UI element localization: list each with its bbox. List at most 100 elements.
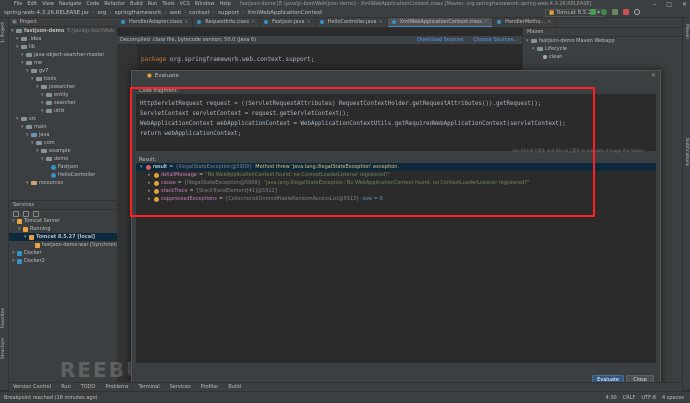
breadcrumb-item[interactable]: support — [218, 10, 239, 16]
file-encoding[interactable]: UTF-8 — [641, 395, 656, 401]
search-icon[interactable] — [634, 9, 640, 15]
editor-tab[interactable]: RequestInfo.class × — [193, 18, 261, 27]
minimize-icon[interactable]: – — [653, 1, 656, 8]
breadcrumb-item[interactable]: spring-web-4.3.26.RELEASE.jar — [4, 10, 89, 16]
structure-tool-tab[interactable]: Structure — [1, 338, 6, 359]
services-tree-item[interactable]: ▾ Docker2 — [9, 257, 134, 265]
breadcrumb-item[interactable]: springframework — [115, 10, 162, 16]
notifications-tool-tab[interactable]: Notifications — [684, 138, 689, 166]
editor-tab[interactable]: HandlerMetho... × — [493, 18, 557, 27]
menu-item-build[interactable]: Build — [130, 1, 143, 7]
project-tree-item[interactable]: ▾ utils — [9, 107, 117, 115]
close-dialog-icon[interactable]: ✕ — [651, 72, 656, 79]
project-tree-item[interactable]: ▾ .idea — [9, 35, 117, 43]
menu-item-refactor[interactable]: Refactor — [104, 1, 125, 7]
favorites-tool-tab[interactable]: Favorites — [1, 308, 6, 328]
indent-setting[interactable]: 4 spaces — [662, 395, 684, 401]
services-tree-item[interactable]: ▾ Tomcat 8.5.27 [local] — [9, 233, 134, 241]
result-tree-row[interactable]: ▸ cause = {IllegalStateException@5909} "java… — [136, 179, 656, 187]
result-tree-row[interactable]: ▸ detailMessage = "No WebApplicationContext… — [136, 171, 656, 179]
code-fragment-line[interactable]: ServletContext servletContext = request.… — [140, 109, 652, 119]
bottom-tab-services[interactable]: Services — [170, 384, 191, 390]
breadcrumb-item[interactable]: context — [189, 10, 210, 16]
code-fragment-line[interactable]: WebApplicationContext webApplicationCont… — [140, 119, 652, 129]
menu-item-tools[interactable]: Tools — [162, 1, 174, 7]
project-tree-item[interactable]: ▾ example — [9, 147, 117, 155]
project-tree-item[interactable]: ▾ src — [9, 115, 117, 123]
close-window-icon[interactable]: ✕ — [682, 1, 687, 8]
bottom-tab-todo[interactable]: TODO — [81, 384, 96, 390]
project-tree-item[interactable]: ▾ java — [9, 131, 117, 139]
editor-tab[interactable]: XmlWebApplicationContext.class × — [387, 18, 494, 27]
editor-tab[interactable]: Fastjson.java × — [260, 18, 316, 27]
menu-item-navigate[interactable]: Navigate — [59, 1, 81, 7]
menu-item-edit[interactable]: Edit — [27, 1, 37, 7]
editor-tab[interactable]: HelloController.java × — [316, 18, 388, 27]
services-tree-item[interactable]: ▾ Tomcat Server — [9, 217, 134, 225]
close-tab-icon[interactable]: × — [184, 19, 188, 25]
close-tab-icon[interactable]: × — [251, 19, 255, 25]
menu-item-code[interactable]: Code — [86, 1, 99, 7]
project-tree-item[interactable]: ▾ gv7 — [9, 67, 117, 75]
project-tree-item[interactable]: ▾ main — [9, 123, 117, 131]
bottom-tab-version-control[interactable]: Version Control — [13, 384, 51, 390]
menu-item-view[interactable]: View — [42, 1, 54, 7]
close-tab-icon[interactable]: × — [547, 19, 551, 25]
editor-code-line[interactable]: package org.springframework.web.context.… — [141, 56, 314, 63]
breadcrumb-item[interactable]: org — [97, 10, 106, 16]
coverage-icon[interactable] — [612, 9, 618, 15]
close-tab-icon[interactable]: × — [307, 19, 311, 25]
menu-item-window[interactable]: Window — [195, 1, 215, 7]
menu-item-help[interactable]: Help — [219, 1, 230, 7]
services-tree-item[interactable]: ▾ Docker — [9, 249, 134, 257]
debug-icon[interactable] — [601, 9, 607, 15]
menu-item-run[interactable]: Run — [148, 1, 158, 7]
project-panel-title[interactable]: Project — [20, 19, 37, 25]
project-tree-item[interactable]: ▾ me — [9, 59, 117, 67]
bottom-tab-problems[interactable]: Problems — [105, 384, 128, 390]
stop-icon[interactable] — [623, 9, 629, 15]
project-tool-tab[interactable]: 1: Project — [1, 22, 6, 43]
result-tree-row[interactable]: ▸ suppressedExceptions = {Collections$Unmod… — [136, 195, 656, 203]
maven-tree-item[interactable]: ▾ fastjson-demo Maven Webapp — [523, 37, 682, 45]
editor-tab[interactable]: HandlerAdapter.class × — [117, 18, 194, 27]
group-icon[interactable] — [33, 210, 39, 217]
project-tree-item[interactable]: ▾ java-object-searcher-master — [9, 51, 117, 59]
breadcrumb-item[interactable]: web — [170, 10, 181, 16]
bottom-tab-run[interactable]: Run — [61, 384, 71, 390]
code-fragment-input[interactable]: HttpServletRequest request = ((ServletRe… — [136, 94, 656, 151]
bottom-tab-profiler[interactable]: Profiler — [201, 384, 219, 390]
project-tree-item[interactable]: ▾ tools — [9, 75, 117, 83]
result-tree-row[interactable]: ▸ stackTrace = {StackTraceElement[41]@5912} — [136, 187, 656, 195]
project-tree-item[interactable]: ▾ lib — [9, 43, 117, 51]
bottom-tab-build[interactable]: Build — [228, 384, 241, 390]
dialog-title-bar[interactable]: ● Evaluate — [132, 71, 660, 81]
run-icon[interactable] — [590, 9, 596, 15]
line-separator[interactable]: CRLF — [623, 395, 636, 401]
project-tree-item[interactable]: ▾ josearcher — [9, 83, 117, 91]
services-tree-item[interactable]: fastjson-demo:war [Synchronized] — [9, 241, 134, 249]
project-tree-item[interactable]: ▾ searcher — [9, 99, 117, 107]
menu-item-file[interactable]: File — [14, 1, 22, 7]
code-fragment-line[interactable]: return webApplicationContext; — [140, 129, 652, 139]
collapse-all-icon[interactable] — [23, 210, 29, 217]
menu-item-vcs[interactable]: VCS — [180, 1, 190, 7]
breadcrumb-item[interactable]: XmlWebApplicationContext — [247, 10, 322, 16]
bottom-tab-terminal[interactable]: Terminal — [138, 384, 159, 390]
maven-tool-tab[interactable]: Maven — [684, 24, 689, 39]
services-tree-item[interactable]: ▾ Running — [9, 225, 134, 233]
maven-tree-item[interactable]: clean — [523, 53, 682, 61]
expand-all-icon[interactable] — [13, 210, 19, 217]
project-tree-item[interactable]: ▾ com — [9, 139, 117, 147]
close-tab-icon[interactable]: × — [379, 19, 383, 25]
close-tab-icon[interactable]: × — [484, 19, 488, 25]
project-tree-item[interactable]: Fastjson — [9, 163, 117, 171]
project-tree-item[interactable]: HelloController — [9, 171, 117, 179]
maximize-icon[interactable]: □ — [666, 1, 672, 8]
code-fragment-line[interactable]: HttpServletRequest request = ((ServletRe… — [140, 99, 652, 109]
project-tree-item[interactable]: ▾ fastjson-demo E:\java\jc-bontWeb — [9, 27, 117, 35]
project-tree-item[interactable]: ▾ entity — [9, 91, 117, 99]
download-sources-link[interactable]: Download Sources — [417, 37, 463, 43]
project-tree-item[interactable]: ▾ demo — [9, 155, 117, 163]
result-tree-row[interactable]: ▾ result = {IllegalStateException@5909} Meth… — [136, 163, 656, 171]
